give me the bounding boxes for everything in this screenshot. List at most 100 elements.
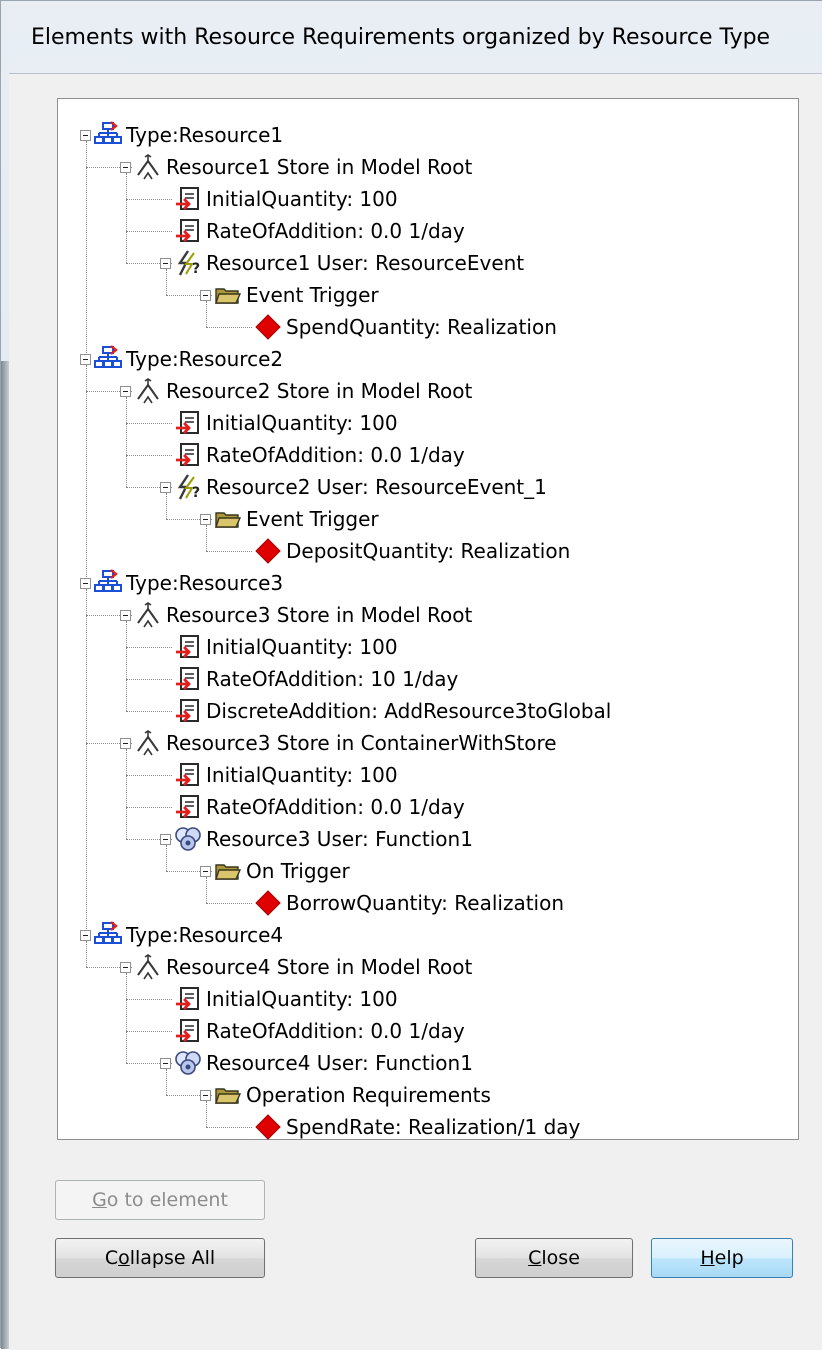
tree-node-label: RateOfAddition: 10 1/day bbox=[206, 667, 459, 691]
tree-node-label: Type:Resource3 bbox=[126, 571, 284, 595]
tree-node[interactable]: RateOfAddition: 0.0 1/day bbox=[160, 215, 465, 247]
tree-node-label: InitialQuantity: 100 bbox=[206, 411, 398, 435]
collapse-toggle-icon[interactable] bbox=[80, 353, 91, 365]
collapse-toggle-icon[interactable] bbox=[200, 865, 211, 877]
tree-node[interactable]: DepositQuantity: Realization bbox=[240, 535, 570, 567]
tree-node-label: Resource1 User: ResourceEvent bbox=[206, 251, 525, 275]
tree-node-label: Resource3 User: Function1 bbox=[206, 827, 473, 851]
svg-text:?: ? bbox=[192, 261, 200, 277]
collapse-toggle-icon[interactable] bbox=[80, 129, 91, 141]
collapse-toggle-icon[interactable] bbox=[120, 385, 131, 397]
svg-text:?: ? bbox=[192, 485, 200, 501]
tree-node[interactable]: Operation Requirements bbox=[200, 1079, 491, 1111]
tree-node[interactable]: Resource4 Store in Model Root bbox=[120, 951, 472, 983]
tree-node[interactable]: Resource3 Store in ContainerWithStore bbox=[120, 727, 557, 759]
resource-tree-view[interactable]: Type:Resource1 Resource1 Store in Model … bbox=[57, 98, 799, 1140]
resource-type-icon bbox=[94, 121, 122, 149]
tree-node[interactable]: RateOfAddition: 0.0 1/day bbox=[160, 791, 465, 823]
collapse-toggle-icon[interactable] bbox=[200, 289, 211, 301]
go-to-element-label: Go to element bbox=[92, 1189, 228, 1211]
collapse-toggle-icon[interactable] bbox=[160, 1057, 171, 1069]
tree-node[interactable]: DiscreteAddition: AddResource3toGlobal bbox=[160, 695, 611, 727]
tree-node[interactable]: Resource2 Store in Model Root bbox=[120, 375, 472, 407]
tree-node[interactable]: RateOfAddition: 10 1/day bbox=[160, 663, 458, 695]
tree-node[interactable]: BorrowQuantity: Realization bbox=[240, 887, 564, 919]
collapse-toggle-icon[interactable] bbox=[120, 737, 131, 749]
tree-node-label: DepositQuantity: Realization bbox=[286, 539, 571, 563]
function-icon bbox=[174, 825, 202, 853]
collapse-toggle-icon[interactable] bbox=[200, 513, 211, 525]
tree-node-label: RateOfAddition: 0.0 1/day bbox=[206, 795, 465, 819]
close-button[interactable]: Close bbox=[475, 1238, 633, 1278]
tree-node-label: RateOfAddition: 0.0 1/day bbox=[206, 1019, 465, 1043]
tree-node[interactable]: Resource4 User: Function1 bbox=[160, 1047, 473, 1079]
help-label: Help bbox=[700, 1247, 744, 1269]
tree-node-label: Type:Resource2 bbox=[126, 347, 284, 371]
collapse-toggle-icon[interactable] bbox=[80, 577, 91, 589]
tree-node[interactable]: ? Resource2 User: ResourceEvent_1 bbox=[160, 471, 547, 503]
tree-node-label: Type:Resource1 bbox=[126, 123, 284, 147]
tree-node[interactable]: ? Resource1 User: ResourceEvent bbox=[160, 247, 524, 279]
window-edge bbox=[1, 361, 9, 1349]
requirement-diamond-icon bbox=[254, 889, 282, 917]
collapse-toggle-icon[interactable] bbox=[160, 481, 171, 493]
collapse-toggle-icon[interactable] bbox=[120, 609, 131, 621]
tree-node-label: DiscreteAddition: AddResource3toGlobal bbox=[206, 699, 612, 723]
resource-type-icon bbox=[94, 345, 122, 373]
tree-connector bbox=[126, 397, 127, 487]
folder-icon bbox=[214, 857, 242, 885]
parameter-icon bbox=[174, 761, 202, 789]
tree-node[interactable]: Resource1 Store in Model Root bbox=[120, 151, 472, 183]
tree-node[interactable]: SpendQuantity: Realization bbox=[240, 311, 557, 343]
requirement-diamond-icon bbox=[254, 1113, 282, 1141]
store-icon bbox=[134, 601, 162, 629]
collapse-toggle-icon[interactable] bbox=[120, 961, 131, 973]
tree-node-label: Resource3 Store in Model Root bbox=[166, 603, 473, 627]
tree-node[interactable]: Resource3 User: Function1 bbox=[160, 823, 473, 855]
tree-node-label: SpendQuantity: Realization bbox=[286, 315, 557, 339]
tree-node[interactable]: Event Trigger bbox=[200, 279, 379, 311]
parameter-icon bbox=[174, 409, 202, 437]
tree-node[interactable]: Type:Resource3 bbox=[80, 567, 283, 599]
tree-node[interactable]: Type:Resource4 bbox=[80, 919, 283, 951]
title-bar[interactable]: Elements with Resource Requirements orga… bbox=[9, 1, 822, 73]
parameter-icon bbox=[174, 665, 202, 693]
tree-node[interactable]: InitialQuantity: 100 bbox=[160, 983, 398, 1015]
dialog-window: Elements with Resource Requirements orga… bbox=[0, 0, 822, 1350]
tree-node[interactable]: SpendRate: Realization/1 day bbox=[240, 1111, 580, 1143]
tree-node-label: RateOfAddition: 0.0 1/day bbox=[206, 219, 465, 243]
tree-node[interactable]: On Trigger bbox=[200, 855, 350, 887]
collapse-toggle-icon[interactable] bbox=[80, 929, 91, 941]
tree-node[interactable]: Event Trigger bbox=[200, 503, 379, 535]
tree-node-label: SpendRate: Realization/1 day bbox=[286, 1115, 581, 1139]
tree-node[interactable]: Type:Resource2 bbox=[80, 343, 283, 375]
store-icon bbox=[134, 377, 162, 405]
tree-connector bbox=[126, 973, 127, 1063]
store-icon bbox=[134, 153, 162, 181]
tree-node[interactable]: InitialQuantity: 100 bbox=[160, 759, 398, 791]
collapse-toggle-icon[interactable] bbox=[120, 161, 131, 173]
collapse-toggle-icon[interactable] bbox=[200, 1089, 211, 1101]
collapse-toggle-icon[interactable] bbox=[160, 257, 171, 269]
tree-node[interactable]: InitialQuantity: 100 bbox=[160, 631, 398, 663]
tree-node-label: InitialQuantity: 100 bbox=[206, 187, 398, 211]
resource-type-icon bbox=[94, 569, 122, 597]
tree-node[interactable]: InitialQuantity: 100 bbox=[160, 407, 398, 439]
collapse-toggle-icon[interactable] bbox=[160, 833, 171, 845]
store-icon bbox=[134, 953, 162, 981]
resource-type-icon bbox=[94, 921, 122, 949]
tree-node[interactable]: RateOfAddition: 0.0 1/day bbox=[160, 439, 465, 471]
help-button[interactable]: Help bbox=[651, 1238, 793, 1278]
parameter-icon bbox=[174, 985, 202, 1013]
function-icon bbox=[174, 1049, 202, 1077]
go-to-element-button[interactable]: Go to element bbox=[55, 1180, 265, 1220]
tree-node[interactable]: Resource3 Store in Model Root bbox=[120, 599, 472, 631]
tree-node[interactable]: RateOfAddition: 0.0 1/day bbox=[160, 1015, 465, 1047]
event-icon: ? bbox=[174, 249, 202, 277]
parameter-icon bbox=[174, 793, 202, 821]
folder-icon bbox=[214, 281, 242, 309]
tree-node[interactable]: InitialQuantity: 100 bbox=[160, 183, 398, 215]
parameter-icon bbox=[174, 633, 202, 661]
collapse-all-button[interactable]: Collapse All bbox=[55, 1238, 265, 1278]
tree-node[interactable]: Type:Resource1 bbox=[80, 119, 283, 151]
